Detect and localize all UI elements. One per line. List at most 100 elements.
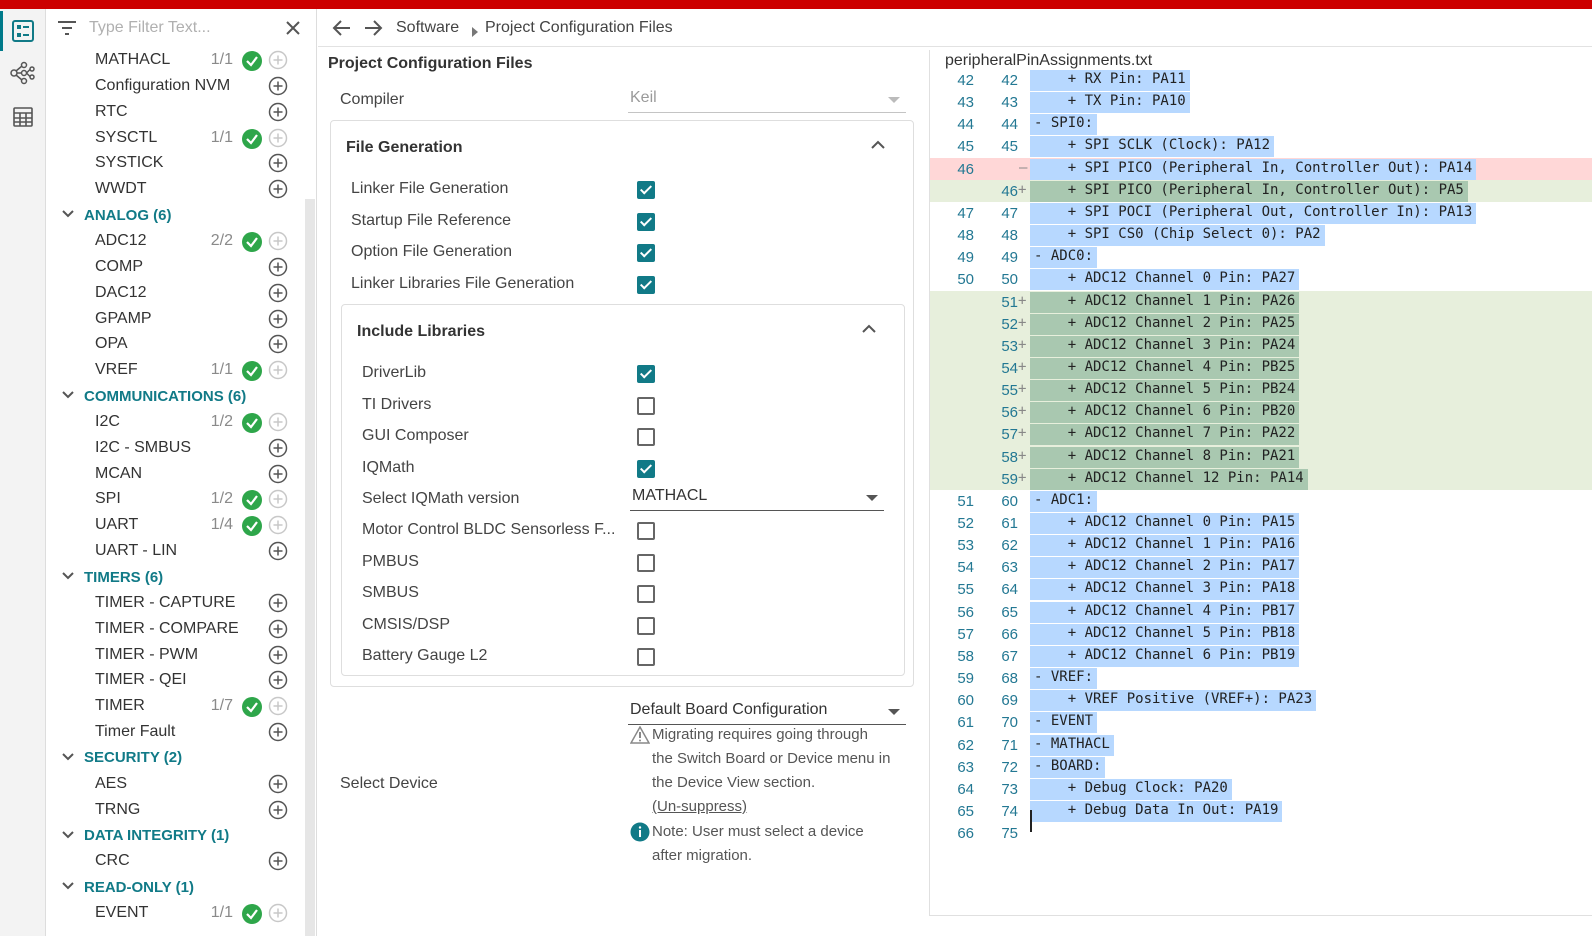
chevron-down-icon[interactable] bbox=[61, 568, 75, 586]
code-line[interactable]: 52 + + ADC12 Channel 2 Pin: PA25 bbox=[930, 312, 1592, 335]
tree-item[interactable]: I2C 1/2 bbox=[47, 409, 303, 435]
add-circle-icon[interactable] bbox=[268, 541, 288, 566]
code-line[interactable]: 52 61 + ADC12 Channel 0 Pin: PA15 bbox=[930, 512, 1592, 534]
code-line[interactable]: 54 + + ADC12 Channel 4 Pin: PB25 bbox=[930, 356, 1592, 380]
tree-item[interactable]: UART 1/4 bbox=[47, 512, 303, 538]
add-circle-icon[interactable] bbox=[268, 179, 288, 204]
tree-category[interactable]: COMMUNICATIONS (6) bbox=[47, 383, 303, 409]
tree-item[interactable]: TIMER - QEI bbox=[47, 667, 303, 693]
tree-item[interactable]: SYSCTL 1/1 bbox=[47, 125, 303, 151]
add-circle-icon[interactable] bbox=[268, 696, 288, 721]
code-line[interactable]: 58 67 + ADC12 Channel 6 Pin: PB19 bbox=[930, 645, 1592, 667]
add-circle-icon[interactable] bbox=[268, 412, 288, 437]
chevron-down-icon[interactable] bbox=[61, 387, 75, 405]
add-circle-icon[interactable] bbox=[268, 800, 288, 825]
unsuppress-link[interactable]: (Un-suppress) bbox=[652, 798, 747, 815]
tree-item[interactable]: RTC bbox=[47, 99, 303, 125]
add-circle-icon[interactable] bbox=[268, 334, 288, 359]
add-circle-icon[interactable] bbox=[268, 102, 288, 127]
code-line[interactable]: 56 65 + ADC12 Channel 4 Pin: PB17 bbox=[930, 601, 1592, 623]
add-circle-icon[interactable] bbox=[268, 231, 288, 256]
tree-item[interactable]: SPI 1/2 bbox=[47, 486, 303, 512]
collapse-file-generation-icon[interactable] bbox=[871, 137, 885, 155]
option-checkbox[interactable] bbox=[637, 648, 655, 667]
tree-item[interactable]: AES bbox=[47, 771, 303, 797]
tree-item[interactable]: CRC bbox=[47, 848, 303, 874]
chevron-down-icon[interactable] bbox=[61, 878, 75, 896]
tree-item[interactable]: Configuration NVM bbox=[47, 73, 303, 99]
filter-icon[interactable] bbox=[57, 19, 77, 42]
calculator-icon[interactable] bbox=[0, 97, 46, 137]
option-checkbox[interactable] bbox=[637, 553, 655, 572]
tree-item[interactable]: EVENT 1/1 bbox=[47, 900, 303, 926]
tree-item[interactable]: WWDT bbox=[47, 176, 303, 202]
option-checkbox[interactable] bbox=[637, 616, 655, 635]
add-circle-icon[interactable] bbox=[268, 257, 288, 282]
code-line[interactable]: 58 + + ADC12 Channel 8 Pin: PA21 bbox=[930, 445, 1592, 468]
tree-item[interactable]: GPAMP bbox=[47, 306, 303, 332]
tree-item[interactable]: TIMER - COMPARE bbox=[47, 616, 303, 642]
tree-category[interactable]: SECURITY (2) bbox=[47, 745, 303, 771]
code-line[interactable]: 51 + + ADC12 Channel 1 Pin: PA26 bbox=[930, 290, 1592, 313]
tree-item[interactable]: OPA bbox=[47, 331, 303, 357]
compiler-select[interactable]: Keil bbox=[628, 87, 906, 113]
tree-item[interactable]: TRNG bbox=[47, 797, 303, 823]
hierarchy-diagram-icon[interactable] bbox=[0, 53, 46, 93]
option-checkbox[interactable] bbox=[637, 428, 655, 447]
code-line[interactable]: 47 47 + SPI POCI (Peripheral Out, Control… bbox=[930, 202, 1592, 224]
add-circle-icon[interactable] bbox=[268, 670, 288, 695]
chevron-down-icon[interactable] bbox=[61, 827, 75, 845]
back-arrow-icon[interactable] bbox=[332, 19, 352, 42]
add-circle-icon[interactable] bbox=[268, 619, 288, 644]
option-checkbox[interactable] bbox=[637, 212, 655, 231]
add-circle-icon[interactable] bbox=[268, 153, 288, 178]
add-circle-icon[interactable] bbox=[268, 50, 288, 75]
code-line[interactable]: 59 68 - VREF: bbox=[930, 667, 1592, 690]
option-checkbox[interactable] bbox=[637, 275, 655, 294]
option-checkbox[interactable] bbox=[637, 459, 655, 478]
code-line[interactable]: 57 66 + ADC12 Channel 5 Pin: PB18 bbox=[930, 623, 1592, 645]
code-line[interactable]: 55 64 + ADC12 Channel 3 Pin: PA18 bbox=[930, 578, 1592, 601]
tree-category[interactable]: TIMERS (6) bbox=[47, 564, 303, 590]
code-line[interactable]: 53 62 + ADC12 Channel 1 Pin: PA16 bbox=[930, 534, 1592, 557]
add-circle-icon[interactable] bbox=[268, 360, 288, 385]
tree-item[interactable]: COMP bbox=[47, 254, 303, 280]
breadcrumb-software[interactable]: Software bbox=[396, 19, 459, 37]
collapse-include-libraries-icon[interactable] bbox=[862, 321, 876, 339]
code-line[interactable]: 59 + + ADC12 Channel 12 Pin: PA14 bbox=[930, 467, 1592, 490]
add-circle-icon[interactable] bbox=[268, 128, 288, 153]
chevron-down-icon[interactable] bbox=[61, 749, 75, 767]
option-checkbox[interactable] bbox=[637, 396, 655, 415]
code-line[interactable]: 56 + + ADC12 Channel 6 Pin: PB20 bbox=[930, 401, 1592, 424]
add-circle-icon[interactable] bbox=[268, 645, 288, 670]
chevron-down-icon[interactable] bbox=[61, 206, 75, 224]
tree-item[interactable]: SYSTICK bbox=[47, 150, 303, 176]
tree-category[interactable]: DATA INTEGRITY (1) bbox=[47, 823, 303, 849]
code-line[interactable]: 64 73 + Debug Clock: PA20 bbox=[930, 778, 1592, 800]
tree-category[interactable]: ANALOG (6) bbox=[47, 202, 303, 228]
add-circle-icon[interactable] bbox=[268, 464, 288, 489]
code-line[interactable]: 43 43 + TX Pin: PA10 bbox=[930, 91, 1592, 114]
filter-input[interactable] bbox=[89, 17, 279, 39]
code-line[interactable]: 44 44 - SPI0: bbox=[930, 113, 1592, 136]
tree-item[interactable]: TIMER - PWM bbox=[47, 642, 303, 668]
code-line[interactable]: 57 + + ADC12 Channel 7 Pin: PA22 bbox=[930, 423, 1592, 446]
diff-editor[interactable]: peripheralPinAssignments.txt 42 42 + RX P… bbox=[929, 50, 1592, 916]
tree-item[interactable]: I2C - SMBUS bbox=[47, 435, 303, 461]
code-line[interactable]: 46 + + SPI PICO (Peripheral In, Controlle… bbox=[930, 179, 1592, 202]
add-circle-icon[interactable] bbox=[268, 851, 288, 876]
add-circle-icon[interactable] bbox=[268, 283, 288, 308]
code-line[interactable]: 42 42 + RX Pin: PA11 bbox=[930, 69, 1592, 91]
tree-item[interactable]: UART - LIN bbox=[47, 538, 303, 564]
tree-item[interactable]: DAC12 bbox=[47, 280, 303, 306]
option-checkbox[interactable] bbox=[637, 365, 655, 383]
code-line[interactable]: 48 48 + SPI CS0 (Chip Select 0): PA2 bbox=[930, 224, 1592, 247]
code-line[interactable]: 49 49 - ADC0: bbox=[930, 246, 1592, 269]
add-circle-icon[interactable] bbox=[268, 438, 288, 463]
code-line[interactable]: 63 72 - BOARD: bbox=[930, 756, 1592, 778]
code-line[interactable]: 61 70 - EVENT bbox=[930, 711, 1592, 734]
forward-arrow-icon[interactable] bbox=[363, 19, 383, 42]
code-line[interactable]: 60 69 + VREF Positive (VREF+): PA23 bbox=[930, 689, 1592, 712]
configuration-list-icon[interactable] bbox=[0, 11, 46, 51]
code-line[interactable]: 55 + + ADC12 Channel 5 Pin: PB24 bbox=[930, 379, 1592, 402]
